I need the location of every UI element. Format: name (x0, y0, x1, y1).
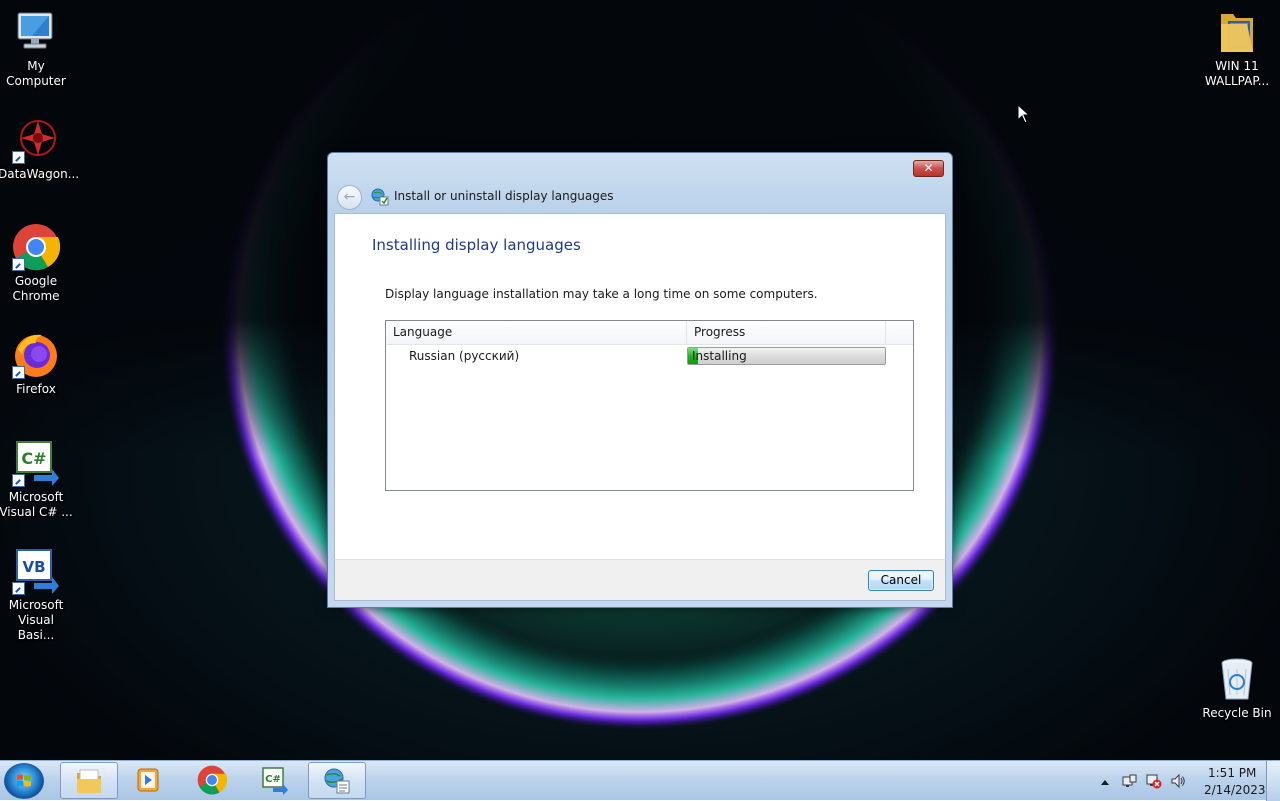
taskbar-chrome[interactable] (184, 762, 242, 799)
dialog-footer: Cancel (334, 559, 946, 601)
language-globe-icon (371, 188, 389, 206)
svg-text:VB: VB (22, 558, 45, 576)
shortcut-arrow-icon (12, 366, 25, 379)
desktop-icon-my-computer[interactable]: My Computer (0, 8, 74, 89)
install-languages-dialog: ✕ ← Install or uninstall display languag… (327, 152, 953, 608)
svg-text:C#: C# (265, 774, 281, 785)
visual-csharp-icon: C# (12, 439, 60, 487)
firefox-icon (12, 331, 60, 379)
column-header-filler (886, 321, 913, 344)
chrome-icon (197, 765, 227, 795)
desktop-icon-label: Google Chrome (12, 274, 60, 303)
content-panel: Installing display languages Display lan… (334, 213, 946, 559)
recycle-bin-icon (1213, 655, 1261, 703)
desktop: My Computer DataWagon... Google Chrome F… (0, 0, 1280, 760)
desktop-icon-label: Recycle Bin (1202, 706, 1272, 720)
taskbar: C# 1:51 PM 2/14/2023 (0, 760, 1280, 801)
desktop-icon-win11-wallpaper-folder[interactable]: WIN 11 WALLPAP... (1199, 8, 1275, 89)
clock-date[interactable]: 2/14/2023 (1204, 783, 1266, 797)
info-text: Display language installation may take a… (385, 287, 818, 301)
progress-status: Installing (692, 349, 747, 363)
taskbar-language-settings[interactable] (308, 762, 366, 799)
header-divider (386, 344, 913, 345)
taskbar-file-explorer[interactable] (60, 762, 118, 799)
visual-basic-icon: VB (12, 547, 60, 595)
language-settings-icon (324, 768, 350, 794)
action-center-icon[interactable] (1122, 773, 1138, 789)
desktop-icon-visual-basic[interactable]: VB Microsoft Visual Basi... (0, 547, 74, 643)
computer-icon (12, 8, 60, 56)
shortcut-arrow-icon (12, 582, 25, 595)
window-title: Install or uninstall display languages (394, 189, 614, 203)
close-icon: ✕ (923, 161, 934, 175)
desktop-icon-datawagon[interactable]: DataWagon... (0, 116, 80, 182)
file-explorer-icon (77, 769, 101, 793)
desktop-icon-google-chrome[interactable]: Google Chrome (0, 223, 74, 304)
network-disconnected-icon[interactable] (1146, 773, 1162, 789)
row-language-name: Russian (русский) (409, 349, 520, 363)
visual-csharp-icon: C# (262, 767, 288, 795)
clock-time[interactable]: 1:51 PM (1208, 766, 1256, 780)
cancel-button[interactable]: Cancel (868, 570, 934, 591)
page-heading: Installing display languages (372, 236, 581, 254)
desktop-icon-recycle-bin[interactable]: Recycle Bin (1199, 655, 1275, 721)
desktop-icon-label: WIN 11 WALLPAP... (1204, 59, 1270, 88)
desktop-icon-visual-csharp[interactable]: C# Microsoft Visual C# ... (0, 439, 74, 520)
windows-logo-icon (17, 774, 31, 787)
column-header-language[interactable]: Language (386, 321, 687, 344)
close-button[interactable]: ✕ (913, 160, 944, 177)
desktop-icon-label: Firefox (16, 382, 56, 396)
install-progress-bar: Installing (687, 347, 886, 365)
chrome-icon (12, 223, 61, 271)
column-header-progress[interactable]: Progress (687, 321, 886, 344)
show-hidden-icons-icon[interactable] (1100, 775, 1116, 791)
taskbar-media-player[interactable] (120, 762, 178, 799)
mouse-cursor-icon (1017, 104, 1030, 124)
desktop-icon-label: DataWagon... (0, 167, 80, 181)
media-player-icon (137, 768, 159, 792)
back-button[interactable]: ← (337, 185, 362, 210)
desktop-icon-label: Microsoft Visual Basi... (8, 598, 64, 642)
taskbar-visual-csharp[interactable]: C# (246, 762, 304, 799)
show-desktop-button[interactable] (1266, 761, 1280, 801)
back-arrow-icon: ← (343, 189, 356, 205)
svg-text:C#: C# (21, 449, 46, 468)
desktop-icon-label: Microsoft Visual C# ... (0, 490, 73, 519)
shortcut-arrow-icon (12, 258, 25, 271)
shortcut-arrow-icon (12, 474, 25, 487)
desktop-icon-firefox[interactable]: Firefox (0, 331, 74, 397)
language-list[interactable]: Language Progress Russian (русский) Inst… (385, 320, 914, 491)
folder-icon (1213, 8, 1261, 56)
volume-icon[interactable] (1170, 773, 1186, 789)
datawagon-icon (12, 116, 60, 164)
start-button[interactable] (4, 763, 44, 799)
desktop-icon-label: My Computer (6, 59, 66, 88)
shortcut-arrow-icon (12, 151, 25, 164)
